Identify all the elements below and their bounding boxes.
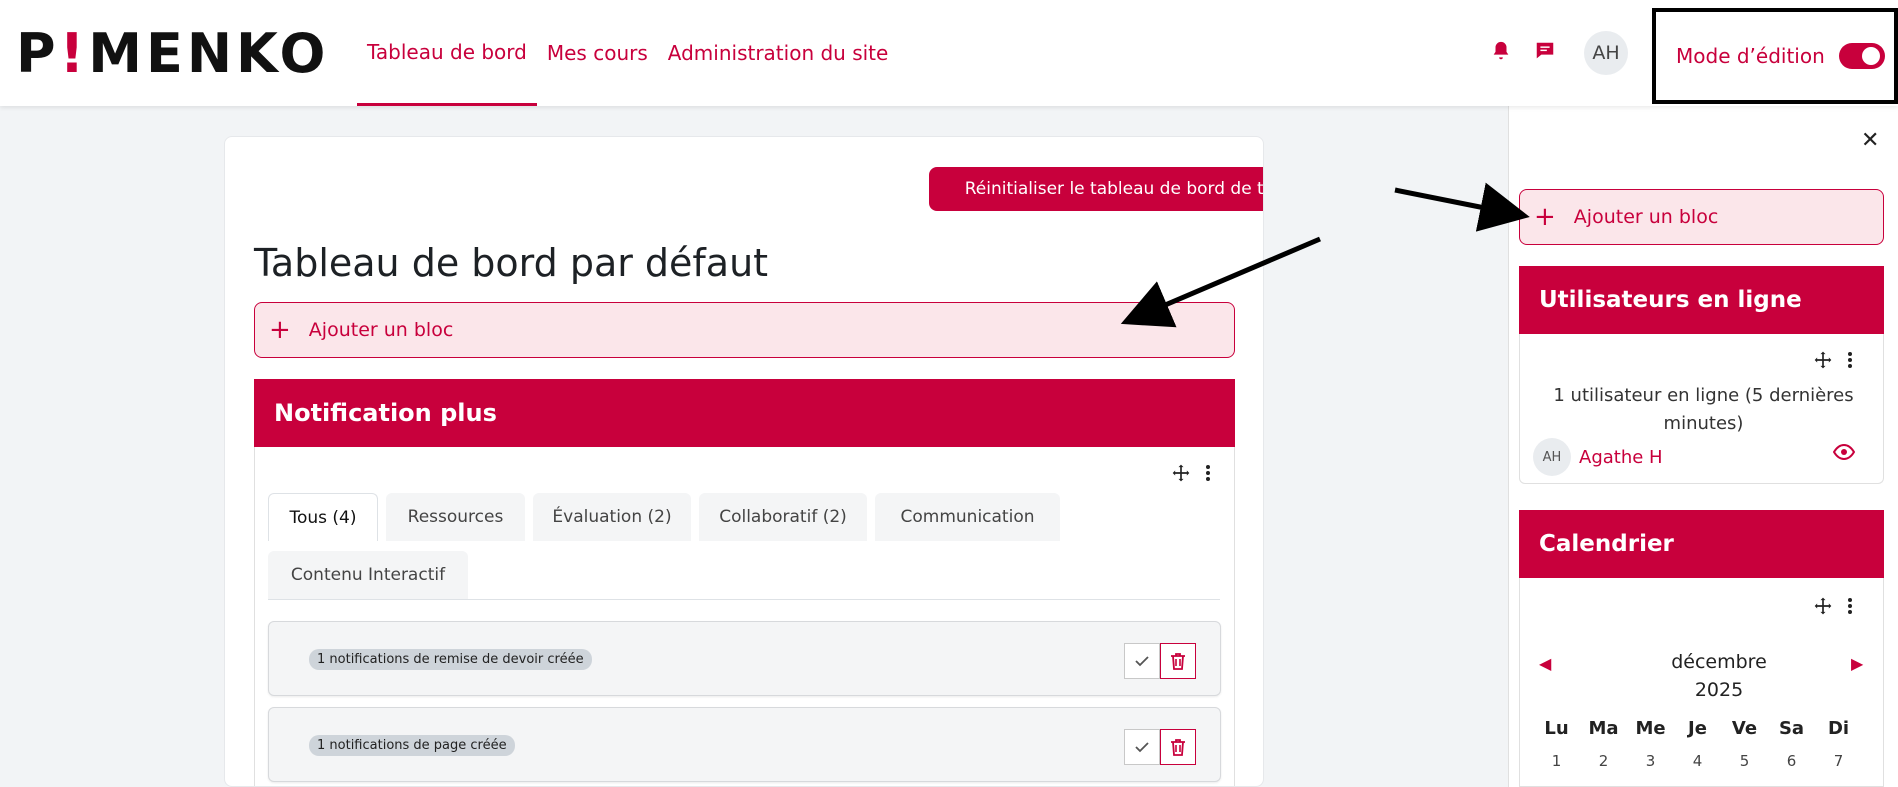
chat-icon[interactable] [1534, 40, 1558, 64]
eye-icon[interactable] [1832, 443, 1856, 464]
move-icon[interactable] [1813, 596, 1833, 621]
notification-item: 1 notifications de page créée [268, 707, 1221, 782]
kebab-menu-icon[interactable] [1847, 597, 1853, 620]
block-drawer: ✕ + Ajouter un bloc Utilisateurs en lign… [1508, 106, 1898, 787]
tab-interactive-content[interactable]: Contenu Interactif [268, 551, 468, 599]
block-controls [1171, 463, 1211, 488]
calendar-title: Calendrier [1539, 531, 1674, 557]
online-user-link[interactable]: Agathe H [1579, 447, 1663, 468]
calendar-year: 2025 [1694, 679, 1744, 701]
calendar-day[interactable]: 3 [1627, 752, 1674, 770]
calendar-day[interactable]: 2 [1580, 752, 1627, 770]
top-navbar: P! MENKO Tableau de bord Mes cours Admini… [0, 0, 1898, 106]
delete-button[interactable] [1160, 729, 1196, 765]
tab-evaluation[interactable]: Évaluation (2) [533, 493, 691, 541]
calendar-day[interactable]: 7 [1815, 752, 1862, 770]
arrow-to-drawer-add-block [1394, 182, 1530, 232]
add-block-button-main[interactable]: + Ajouter un bloc [254, 302, 1235, 358]
calendar-day[interactable]: 1 [1533, 752, 1580, 770]
user-avatar[interactable]: AH [1584, 31, 1628, 75]
add-block-label: Ajouter un bloc [1573, 206, 1719, 228]
add-block-button-drawer[interactable]: + Ajouter un bloc [1519, 189, 1884, 245]
calendar-header: Calendrier [1519, 510, 1884, 578]
block-controls [1813, 596, 1853, 621]
calendar-day[interactable]: 5 [1721, 752, 1768, 770]
tabs-divider [268, 599, 1220, 600]
delete-button[interactable] [1160, 643, 1196, 679]
next-month-icon[interactable]: ▶ [1851, 654, 1863, 673]
notification-block-body: Tous (4) Ressources Évaluation (2) Colla… [254, 447, 1235, 786]
reset-dashboard-button[interactable]: Réinitialiser le tableau de bord de tous… [929, 167, 1263, 211]
site-logo[interactable]: P! MENKO [16, 21, 330, 85]
weekday-label: Ve [1731, 718, 1758, 739]
online-user-row: AH Agathe H [1533, 438, 1663, 476]
edit-mode-toggle[interactable] [1838, 43, 1885, 69]
notification-actions [1124, 643, 1196, 679]
nav-my-courses[interactable]: Mes cours [537, 0, 658, 106]
previous-month-icon[interactable]: ◀ [1539, 654, 1551, 673]
calendar-weekday-row: Lu Ma Me Je Ve Sa Di [1533, 718, 1862, 739]
mark-read-button[interactable] [1124, 643, 1160, 679]
weekday-label: Je [1688, 718, 1707, 739]
kebab-menu-icon[interactable] [1205, 464, 1211, 487]
mark-read-button[interactable] [1124, 729, 1160, 765]
weekday-label: Ma [1588, 718, 1619, 739]
main-region: Réinitialiser le tableau de bord de tous… [224, 136, 1264, 787]
online-users-header: Utilisateurs en ligne [1519, 266, 1884, 334]
logo-letters-menko: MENKO [88, 21, 330, 85]
move-icon[interactable] [1813, 350, 1833, 375]
calendar-week-row: 1 2 3 4 5 6 7 [1533, 752, 1862, 770]
bell-icon[interactable] [1490, 40, 1514, 64]
nav-site-admin[interactable]: Administration du site [658, 0, 899, 106]
logo-exclamation: ! [59, 21, 89, 85]
tab-communication[interactable]: Communication [875, 493, 1060, 541]
page-title: Tableau de bord par défaut [254, 241, 769, 285]
add-block-label: Ajouter un bloc [308, 319, 454, 341]
notification-block-header: Notification plus [254, 379, 1235, 447]
calendar-day[interactable]: 4 [1674, 752, 1721, 770]
plus-icon: + [269, 315, 291, 345]
weekday-label: Lu [1544, 718, 1569, 739]
weekday-label: Sa [1778, 718, 1805, 739]
nav-dashboard[interactable]: Tableau de bord [357, 0, 537, 106]
user-avatar-small: AH [1533, 438, 1571, 476]
move-icon[interactable] [1171, 463, 1191, 488]
weekday-label: Me [1635, 718, 1666, 739]
kebab-menu-icon[interactable] [1847, 351, 1853, 374]
tab-collaborative[interactable]: Collaboratif (2) [699, 493, 867, 541]
notification-badge: 1 notifications de page créée [309, 735, 515, 756]
tab-resources[interactable]: Ressources [386, 493, 525, 541]
notification-actions [1124, 729, 1196, 765]
tab-all[interactable]: Tous (4) [268, 493, 378, 541]
weekday-label: Di [1827, 718, 1850, 739]
close-drawer-icon[interactable]: ✕ [1861, 128, 1879, 153]
plus-icon: + [1534, 202, 1556, 232]
notification-block-title: Notification plus [274, 399, 497, 427]
edit-mode-label: Mode d’édition [1676, 44, 1825, 68]
notification-item: 1 notifications de remise de devoir créé… [268, 621, 1221, 696]
calendar-month-year: décembre 2025 [1639, 648, 1799, 704]
edit-mode-highlight: Mode d’édition [1652, 8, 1898, 104]
primary-navigation: Tableau de bord Mes cours Administration… [357, 0, 898, 106]
notification-badge: 1 notifications de remise de devoir créé… [309, 649, 592, 670]
block-controls [1813, 350, 1853, 375]
online-users-title: Utilisateurs en ligne [1539, 287, 1802, 313]
logo-letter-p: P [16, 21, 60, 85]
online-users-summary: 1 utilisateur en ligne (5 dernières minu… [1553, 385, 1854, 434]
calendar-day[interactable]: 6 [1768, 752, 1815, 770]
calendar-month: décembre [1671, 651, 1767, 673]
